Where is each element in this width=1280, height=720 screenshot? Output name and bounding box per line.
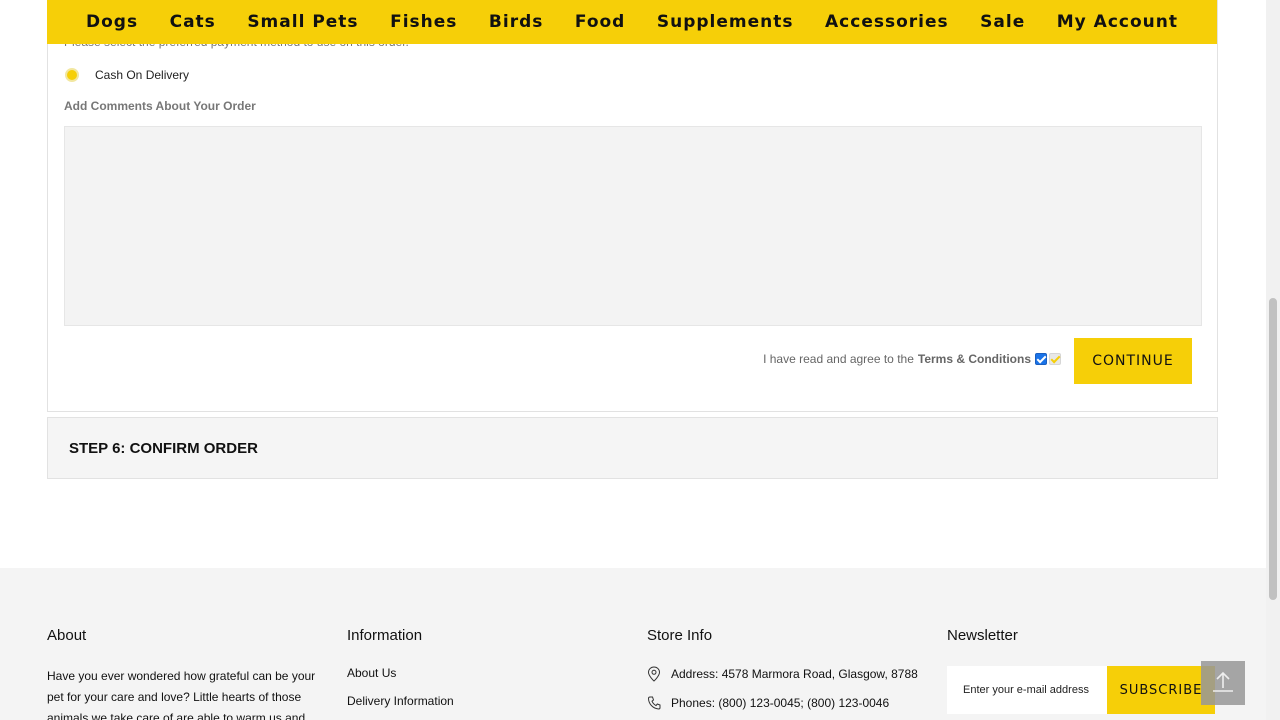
payment-method-panel: Please select the preferred payment meth… (47, 0, 1218, 412)
nav-supplements[interactable]: Supplements (657, 12, 794, 32)
nav-dogs[interactable]: Dogs (86, 12, 138, 32)
footer-information: Information About Us Delivery Informatio… (347, 627, 454, 720)
payment-option-cod[interactable]: Cash On Delivery (64, 68, 189, 82)
page-scrollbar[interactable] (1266, 0, 1280, 720)
footer-information-title: Information (347, 627, 423, 644)
footer-store-info-title: Store Info (647, 627, 713, 644)
comments-textarea[interactable] (64, 126, 1202, 326)
phone-icon (647, 696, 661, 710)
payment-option-label: Cash On Delivery (95, 68, 190, 82)
store-phones: Phones: (800) 123-0045; (800) 123-0046 (647, 695, 918, 711)
footer-newsletter-title: Newsletter (947, 627, 1018, 644)
footer-link-delivery-information[interactable]: Delivery Information (347, 694, 454, 708)
footer-about: About Have you ever wondered how gratefu… (47, 627, 317, 720)
footer: About Have you ever wondered how gratefu… (0, 568, 1266, 720)
store-address: Address: 4578 Marmora Road, Glasgow, 878… (647, 666, 918, 682)
checkmark-icon (1049, 353, 1061, 365)
scroll-to-top-button[interactable] (1201, 661, 1245, 705)
nav-food[interactable]: Food (575, 12, 625, 32)
nav-sale[interactable]: Sale (980, 12, 1025, 32)
newsletter-email-input[interactable] (947, 666, 1107, 714)
store-address-text: Address: 4578 Marmora Road, Glasgow, 878… (671, 667, 918, 681)
footer-link-about-us[interactable]: About Us (347, 666, 454, 680)
main-nav: Dogs Cats Small Pets Fishes Birds Food S… (47, 0, 1217, 44)
nav-small-pets[interactable]: Small Pets (247, 12, 358, 32)
nav-fishes[interactable]: Fishes (390, 12, 457, 32)
nav-my-account[interactable]: My Account (1057, 12, 1178, 32)
nav-birds[interactable]: Birds (489, 12, 543, 32)
nav-accessories[interactable]: Accessories (825, 12, 949, 32)
continue-button[interactable]: CONTINUE (1074, 338, 1192, 384)
subscribe-button[interactable]: SUBSCRIBE (1107, 666, 1215, 714)
comments-label: Add Comments About Your Order (64, 99, 256, 113)
nav-cats[interactable]: Cats (170, 12, 216, 32)
footer-about-text: Have you ever wondered how grateful can … (47, 669, 316, 720)
map-pin-icon (647, 666, 661, 682)
footer-about-title: About (47, 627, 87, 644)
step6-title: STEP 6: CONFIRM ORDER (69, 439, 258, 457)
store-phones-text: Phones: (800) 123-0045; (800) 123-0046 (671, 696, 890, 710)
radio-selected-icon[interactable] (65, 68, 79, 82)
terms-agreement: I have read and agree to the Terms & Con… (763, 352, 1061, 366)
step6-confirm-order[interactable]: STEP 6: CONFIRM ORDER (47, 417, 1218, 479)
footer-store-info: Store Info Address: 4578 Marmora Road, G… (647, 627, 918, 720)
scrollbar-thumb[interactable] (1269, 298, 1277, 600)
arrow-up-icon (1213, 671, 1233, 692)
terms-link[interactable]: Terms & Conditions (918, 352, 1031, 366)
footer-newsletter: Newsletter SUBSCRIBE (947, 627, 1215, 714)
terms-checkbox[interactable] (1035, 353, 1047, 365)
agree-text: I have read and agree to the (763, 352, 914, 366)
newsletter-form: SUBSCRIBE (947, 666, 1215, 714)
